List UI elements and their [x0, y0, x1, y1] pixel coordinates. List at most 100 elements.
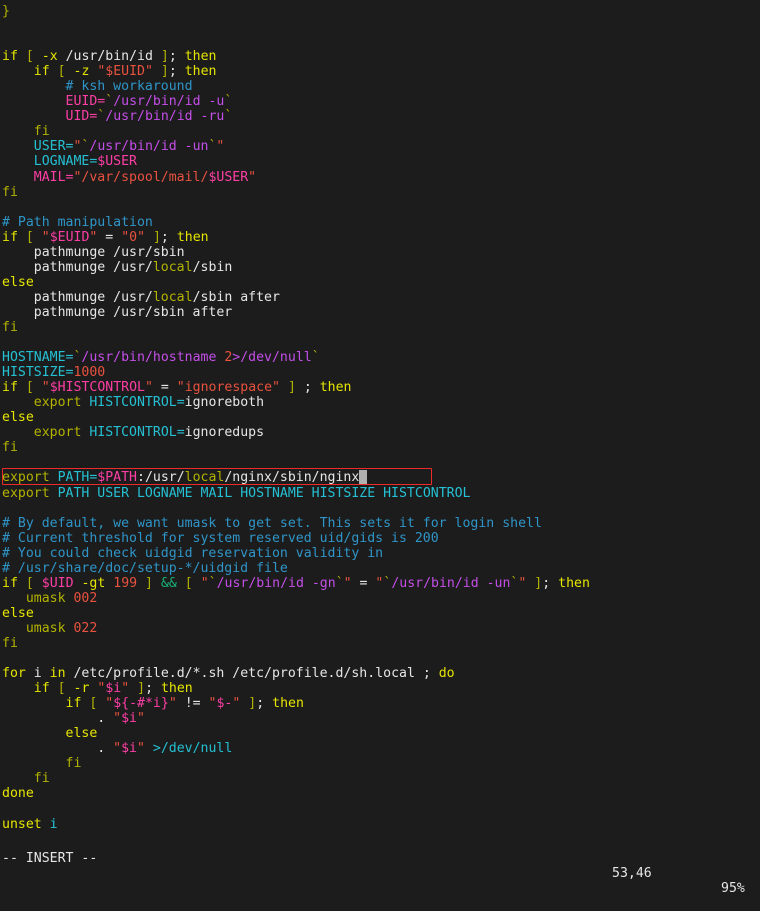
code-line[interactable]: done: [2, 786, 760, 801]
code-line[interactable]: export PATH=$PATH:/usr/local/nginx/sbin/…: [2, 470, 760, 485]
token-special: local: [152, 259, 193, 275]
code-line[interactable]: for i in /etc/profile.d/*.sh /etc/profil…: [2, 666, 760, 681]
token-ident: HOSTNAME=: [2, 350, 74, 366]
token-string: ": [343, 575, 352, 591]
token-plain: .: [2, 711, 114, 727]
token-plain: =: [152, 380, 177, 396]
token-stmt: else: [2, 274, 34, 290]
token-cond: [: [25, 380, 34, 396]
token-stmt: if: [33, 681, 50, 697]
token-ident: HISTSIZE=: [2, 365, 74, 381]
token-plain: =: [97, 229, 122, 245]
code-line[interactable]: else: [2, 606, 760, 621]
code-line[interactable]: # You could check uidgid reservation val…: [2, 546, 760, 561]
code-line[interactable]: HOSTNAME=`/usr/bin/hostname 2>/dev/null`: [2, 350, 760, 365]
code-line[interactable]: export PATH USER LOGNAME MAIL HOSTNAME H…: [2, 486, 760, 501]
code-line[interactable]: MAIL="/var/spool/mail/$USER": [2, 170, 760, 185]
code-line[interactable]: umask 002: [2, 591, 760, 606]
token-plain: :/usr/: [137, 470, 185, 486]
code-line[interactable]: HISTSIZE=1000: [2, 365, 760, 380]
code-line[interactable]: if [ -x /usr/bin/id ]; then: [2, 49, 760, 64]
vim-status-line: -- INSERT -- 53,46 95%: [0, 836, 760, 896]
token-var: $HISTCONTROL: [49, 380, 145, 396]
code-line[interactable]: fi: [2, 440, 760, 455]
code-line[interactable]: USER="`/usr/bin/id -un`": [2, 139, 760, 154]
code-line[interactable]: if [ "$HISTCONTROL" = "ignorespace" ] ; …: [2, 380, 760, 395]
terminal-window[interactable]: } if [ -x /usr/bin/id ]; then if [ -z "$E…: [0, 0, 760, 896]
code-line[interactable]: umask 022: [2, 621, 760, 636]
code-line[interactable]: pathmunge /usr/local/sbin after: [2, 290, 760, 305]
code-line[interactable]: fi: [2, 756, 760, 771]
code-line[interactable]: export HISTCONTROL=ignoredups: [2, 425, 760, 440]
token-var: $-: [216, 696, 233, 712]
token-string: "/var/spool/mail/: [73, 169, 209, 185]
code-line[interactable]: pathmunge /usr/sbin after: [2, 305, 760, 320]
token-stmt: then: [272, 696, 304, 712]
code-line[interactable]: pathmunge /usr/sbin: [2, 245, 760, 260]
token-special: `: [335, 575, 344, 591]
code-line[interactable]: # Current threshold for system reserved …: [2, 531, 760, 546]
code-line[interactable]: . "$i": [2, 711, 760, 726]
code-line[interactable]: [2, 19, 760, 34]
code-line[interactable]: if [ $UID -gt 199 ] && [ "`/usr/bin/id -…: [2, 576, 760, 591]
code-line[interactable]: else: [2, 726, 760, 741]
code-line[interactable]: pathmunge /usr/local/sbin: [2, 260, 760, 275]
code-line[interactable]: fi: [2, 124, 760, 139]
code-line[interactable]: LOGNAME=$USER: [2, 154, 760, 169]
token-cond: fi: [2, 635, 18, 651]
code-line[interactable]: unset i: [2, 817, 760, 832]
token-stmt: if: [2, 49, 18, 65]
code-line[interactable]: EUID=`/usr/bin/id -u`: [2, 94, 760, 109]
code-line[interactable]: [2, 34, 760, 49]
code-line[interactable]: [2, 651, 760, 666]
code-line[interactable]: [2, 501, 760, 516]
code-line[interactable]: if [ "${-#*i}" != "$-" ]; then: [2, 696, 760, 711]
token-var: EUID=: [65, 94, 106, 110]
code-line[interactable]: # /usr/share/doc/setup-*/uidgid file: [2, 561, 760, 576]
code-line[interactable]: [2, 455, 760, 470]
token-string: ": [216, 139, 225, 155]
token-plain: /sbin: [192, 259, 233, 275]
token-cond: export: [33, 395, 82, 411]
code-line[interactable]: [2, 200, 760, 215]
token-cond: [: [25, 575, 34, 591]
code-line[interactable]: else: [2, 275, 760, 290]
code-line[interactable]: }: [2, 4, 760, 19]
code-line[interactable]: . "$i" >/dev/null: [2, 741, 760, 756]
token-comment: # By default, we want umask to get set. …: [2, 515, 542, 531]
code-line[interactable]: UID=`/usr/bin/id -ru`: [2, 109, 760, 124]
token-subst: /usr/bin/id -un: [391, 575, 511, 591]
code-line[interactable]: [2, 801, 760, 816]
code-line[interactable]: export HISTCONTROL=ignoreboth: [2, 395, 760, 410]
token-special: `: [224, 109, 233, 125]
code-line[interactable]: fi: [2, 185, 760, 200]
token-plain: pathmunge /usr/: [2, 289, 153, 305]
code-line[interactable]: # By default, we want umask to get set. …: [2, 516, 760, 531]
token-cond: [: [184, 575, 193, 591]
code-line[interactable]: if [ "$EUID" = "0" ]; then: [2, 230, 760, 245]
code-line[interactable]: fi: [2, 771, 760, 786]
vim-mode-indicator: -- INSERT --: [2, 851, 98, 866]
token-cond: [: [57, 681, 66, 697]
token-string: ": [113, 711, 122, 727]
token-stmt: else: [65, 726, 98, 742]
code-line[interactable]: else: [2, 410, 760, 425]
code-line[interactable]: [2, 335, 760, 350]
code-line[interactable]: if [ -r "$i" ]; then: [2, 681, 760, 696]
code-line[interactable]: # ksh workaround: [2, 79, 760, 94]
code-line[interactable]: fi: [2, 320, 760, 335]
token-var: $i: [121, 741, 137, 757]
token-plain: !=: [176, 696, 209, 712]
code-line[interactable]: if [ -z "$EUID" ]; then: [2, 64, 760, 79]
code-line[interactable]: fi: [2, 636, 760, 651]
token-cond: fi: [65, 756, 82, 772]
code-line[interactable]: # Path manipulation: [2, 215, 760, 230]
vim-text-buffer[interactable]: } if [ -x /usr/bin/id ]; then if [ -z "$E…: [2, 4, 760, 832]
token-plain: /usr/bin/id: [57, 49, 161, 65]
token-cond: fi: [33, 771, 50, 787]
